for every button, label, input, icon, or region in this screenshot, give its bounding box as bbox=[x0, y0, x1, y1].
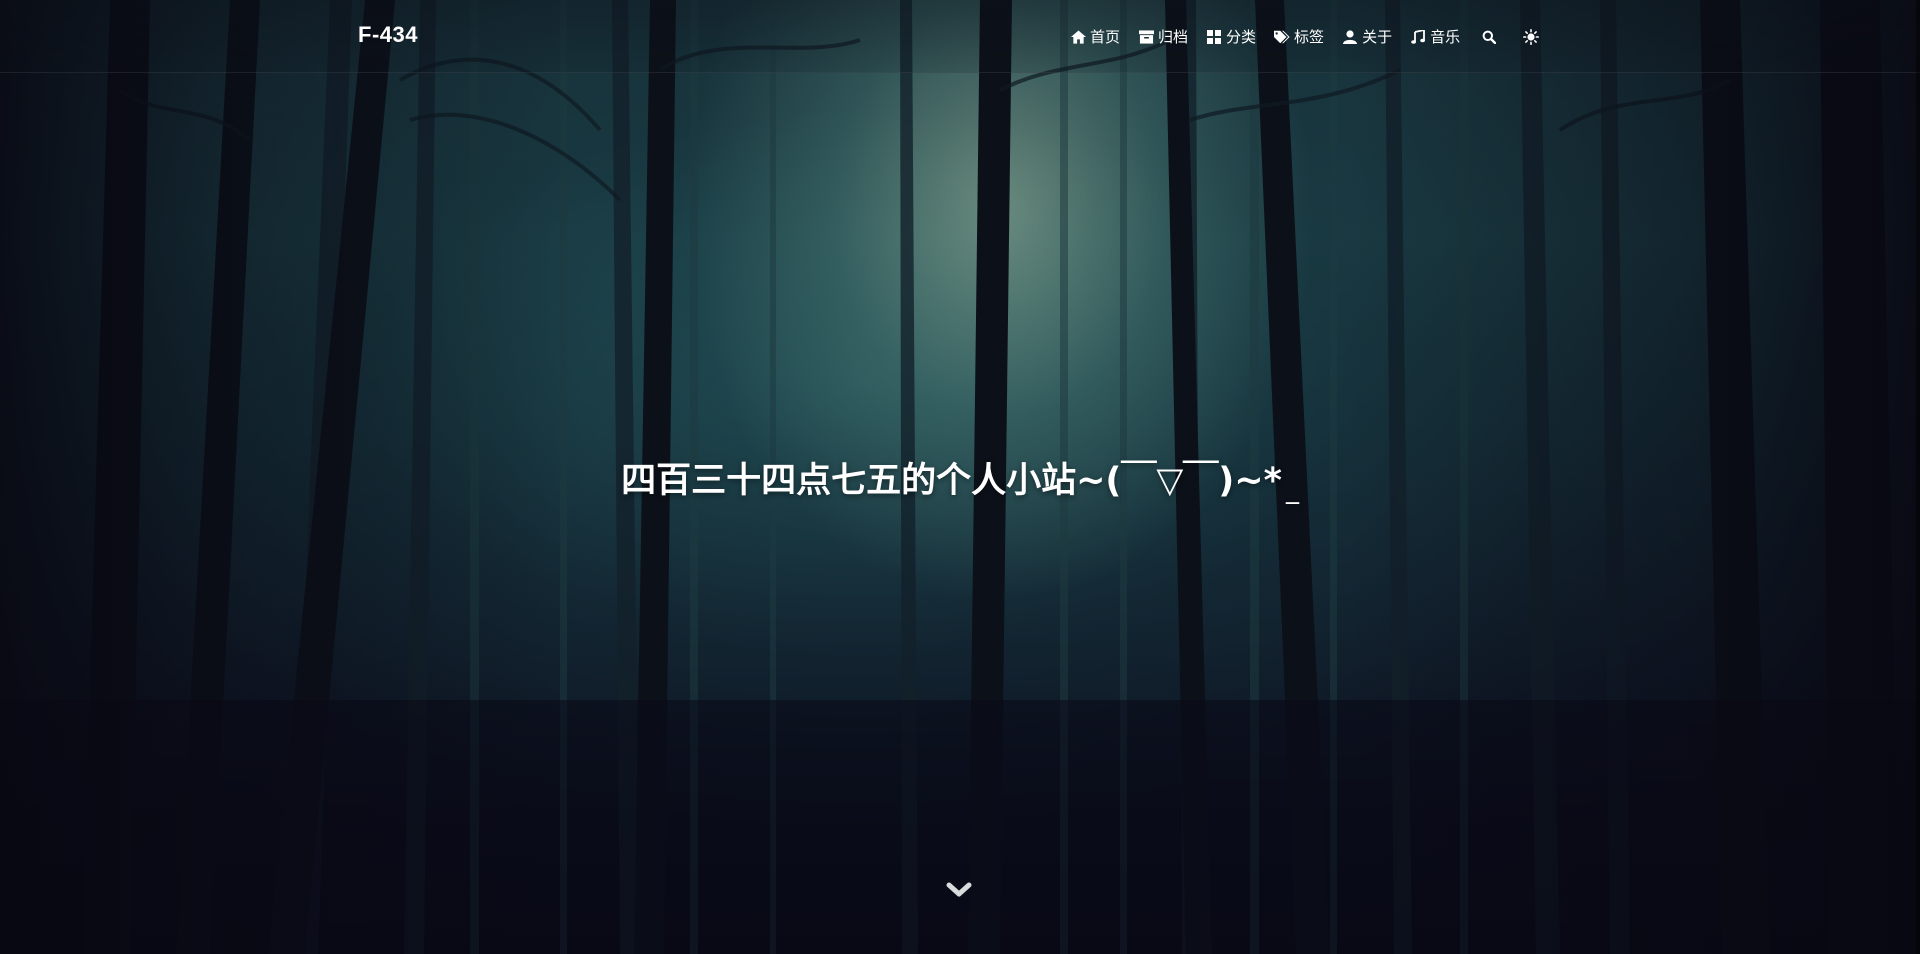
tags-icon bbox=[1274, 29, 1290, 45]
top-navbar: F-434 首页 归档 分类 标签 关于 音乐 bbox=[0, 0, 1920, 73]
hero-banner: F-434 首页 归档 分类 标签 关于 音乐 四百三十四点七五的个人小站~(￣… bbox=[0, 0, 1920, 954]
grid-icon bbox=[1206, 29, 1222, 45]
site-brand[interactable]: F-434 bbox=[358, 22, 418, 48]
nav-item-label: 首页 bbox=[1090, 28, 1121, 46]
sun-icon[interactable] bbox=[1522, 28, 1540, 46]
search-icon[interactable] bbox=[1480, 28, 1498, 46]
nav-item-label: 标签 bbox=[1294, 28, 1325, 46]
user-icon bbox=[1342, 29, 1358, 45]
nav-item-about[interactable]: 关于 bbox=[1342, 26, 1392, 47]
hero-title: 四百三十四点七五的个人小站~(￣▽￣)~* _ bbox=[0, 452, 1920, 505]
hero-title-text: 四百三十四点七五的个人小站~(￣▽￣)~* bbox=[621, 461, 1282, 501]
archive-icon bbox=[1138, 29, 1154, 45]
music-icon bbox=[1410, 29, 1426, 45]
nav-item-categories[interactable]: 分类 bbox=[1206, 26, 1256, 47]
nav-item-label: 分类 bbox=[1226, 28, 1257, 46]
page-scrollbar[interactable] bbox=[1916, 0, 1920, 954]
chevron-down-icon bbox=[946, 882, 972, 902]
nav-item-music[interactable]: 音乐 bbox=[1410, 26, 1460, 47]
nav-item-archive[interactable]: 归档 bbox=[1138, 26, 1188, 47]
nav-item-tags[interactable]: 标签 bbox=[1274, 26, 1324, 47]
nav-item-label: 关于 bbox=[1362, 28, 1393, 46]
typing-cursor: _ bbox=[1285, 475, 1299, 505]
nav-menu: 首页 归档 分类 标签 关于 音乐 bbox=[1070, 26, 1562, 47]
nav-item-home[interactable]: 首页 bbox=[1070, 26, 1120, 47]
nav-item-label: 归档 bbox=[1158, 28, 1189, 46]
home-icon bbox=[1070, 29, 1086, 45]
scroll-down-button[interactable] bbox=[944, 880, 974, 904]
nav-item-label: 音乐 bbox=[1430, 28, 1461, 46]
